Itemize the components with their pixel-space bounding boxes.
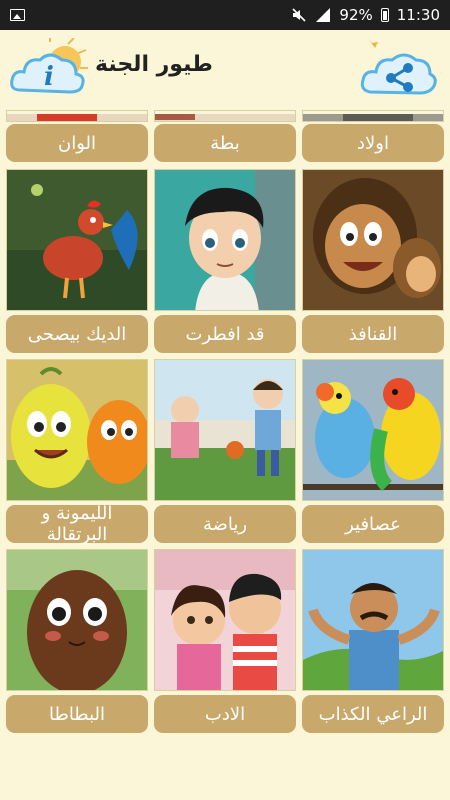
video-card[interactable]: الادب bbox=[154, 549, 296, 733]
mute-icon bbox=[292, 8, 306, 22]
video-thumbnail[interactable] bbox=[154, 359, 296, 501]
video-thumbnail[interactable] bbox=[302, 169, 444, 311]
video-card[interactable]: الديك بيصحى bbox=[6, 169, 148, 353]
video-title-button[interactable]: بطة bbox=[154, 124, 296, 162]
video-thumbnail[interactable] bbox=[302, 549, 444, 691]
app-header: i طيور الجنة bbox=[0, 30, 450, 110]
video-card[interactable]: عصافير bbox=[302, 359, 444, 543]
video-thumbnail[interactable] bbox=[6, 359, 148, 501]
video-title-button[interactable]: قد افطرت bbox=[154, 315, 296, 353]
video-thumbnail[interactable] bbox=[302, 359, 444, 501]
video-thumbnail[interactable] bbox=[6, 549, 148, 691]
video-card[interactable]: الليمونة و البرتقالة bbox=[6, 359, 148, 545]
thumbnail-partial[interactable] bbox=[154, 110, 296, 122]
video-card[interactable]: الراعي الكذاب bbox=[302, 549, 444, 733]
info-icon[interactable]: i bbox=[10, 38, 88, 100]
video-title-button[interactable]: الديك بيصحى bbox=[6, 315, 148, 353]
bottom-area bbox=[0, 740, 450, 800]
video-card[interactable]: البطاطا bbox=[6, 549, 148, 733]
video-title-button[interactable]: الراعي الكذاب bbox=[302, 695, 444, 733]
page-title: طيور الجنة bbox=[95, 52, 213, 77]
video-title-button[interactable]: عصافير bbox=[302, 505, 444, 543]
video-grid: الوان بطة اولاد الديك بيصحى قد افطرت الق… bbox=[0, 110, 450, 740]
clock: 11:30 bbox=[396, 6, 440, 24]
share-icon[interactable] bbox=[360, 38, 438, 100]
video-title-button[interactable]: الوان bbox=[6, 124, 148, 162]
battery-percent: 92% bbox=[339, 6, 373, 24]
status-bar: 92% 11:30 bbox=[0, 0, 450, 30]
thumbnail-partial[interactable] bbox=[6, 110, 148, 122]
video-thumbnail[interactable] bbox=[6, 169, 148, 311]
thumbnail-partial[interactable] bbox=[302, 110, 444, 122]
video-thumbnail[interactable] bbox=[154, 549, 296, 691]
video-card[interactable]: القنافذ bbox=[302, 169, 444, 353]
signal-icon bbox=[316, 8, 331, 22]
video-card[interactable]: رياضة bbox=[154, 359, 296, 543]
video-title-button[interactable]: اولاد bbox=[302, 124, 444, 162]
video-title-button[interactable]: القنافذ bbox=[302, 315, 444, 353]
video-title-button[interactable]: الادب bbox=[154, 695, 296, 733]
video-title-button[interactable]: الليمونة و البرتقالة bbox=[6, 503, 148, 545]
battery-icon bbox=[380, 8, 389, 22]
gallery-notification-icon bbox=[10, 9, 25, 21]
video-thumbnail[interactable] bbox=[154, 169, 296, 311]
video-card[interactable]: قد افطرت bbox=[154, 169, 296, 353]
video-title-button[interactable]: رياضة bbox=[154, 505, 296, 543]
video-title-button[interactable]: البطاطا bbox=[6, 695, 148, 733]
svg-text:i: i bbox=[44, 62, 54, 92]
